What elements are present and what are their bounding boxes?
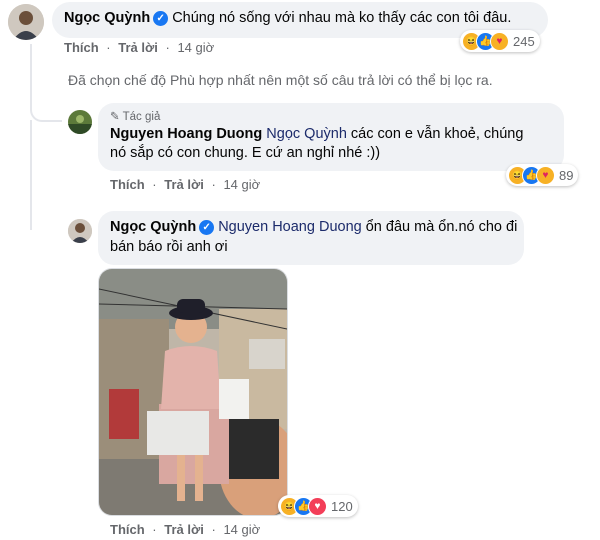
reply-button[interactable]: Trả lời [118,40,158,55]
thread-line [30,44,62,122]
separator-dot: · [165,40,170,55]
timestamp[interactable]: 14 giờ [223,177,260,192]
timestamp[interactable]: 14 giờ [177,40,214,55]
author-badge-label: Tác giả [122,111,161,123]
reaction-summary[interactable]: 😆 👍 ♥ 89 [506,164,579,186]
reply-button[interactable]: Trả lời [164,522,204,537]
avatar[interactable] [68,110,92,134]
reaction-summary[interactable]: 😆 👍 ♥ 245 [460,30,540,52]
reply-author[interactable]: Ngọc Quỳnh [110,219,196,235]
reply-bubble: ✎ Tác giả Nguyen Hoang Duong Ngọc Quỳnh … [98,103,564,171]
avatar-photo [68,110,92,134]
comment-actions: Thích · Trả lời · 14 giờ [64,40,218,55]
thread-line [30,120,62,230]
reply-author[interactable]: Nguyen Hoang Duong [110,126,262,142]
like-button[interactable]: Thích [110,177,145,192]
verified-badge-icon: ✓ [153,11,169,26]
separator-dot: · [211,177,216,192]
separator-dot: · [106,40,111,55]
avatar-photo [8,4,44,40]
comment-author[interactable]: Ngọc Quỳnh [64,10,150,26]
care-icon: ♥ [536,165,555,185]
separator-dot: · [152,177,157,192]
like-button[interactable]: Thích [64,40,99,55]
avatar-photo [68,219,92,243]
reaction-count: 120 [331,498,353,514]
reply-actions: Thích · Trả lời · 14 giờ [110,522,264,537]
attached-photo[interactable] [98,268,288,516]
reaction-count: 245 [513,33,535,49]
separator-dot: · [211,522,216,537]
separator-dot: · [152,522,157,537]
mention-link[interactable]: Nguyen Hoang Duong [218,219,362,235]
reaction-count: 89 [559,167,574,183]
like-button[interactable]: Thích [110,522,145,537]
reply-text-line2: bán báo rồi anh ơi [110,239,228,255]
love-icon: ♥ [308,496,327,516]
avatar[interactable] [68,219,92,243]
reply-button[interactable]: Trả lời [164,177,204,192]
comment-text: Chúng nó sống với nhau mà ko thấy các co… [172,10,512,26]
reply-bubble: Ngọc Quỳnh ✓ Nguyen Hoang Duong ổn đâu mà … [98,211,524,265]
reply-text-line1: ổn đâu mà ổn.nó cho đi [365,219,518,235]
verified-badge-icon: ✓ [199,220,215,235]
author-badge: ✎ Tác giả [110,109,552,123]
author-badge-icon: ✎ [110,111,120,123]
filter-notice: Đã chọn chế độ Phù hợp nhất nên một số c… [68,72,493,88]
photo-content [99,269,287,515]
reply-text-line2: nó sắp có con chung. E cứ an nghỉ nhé :)… [110,145,381,161]
reaction-summary[interactable]: 😆 👍 ♥ 120 [278,495,358,517]
mention-link[interactable]: Ngọc Quỳnh [266,126,347,142]
reply-text-line1: các con e vẫn khoẻ, chúng [350,126,524,142]
avatar[interactable] [8,4,44,40]
care-icon: ♥ [490,31,509,51]
reply-actions: Thích · Trả lời · 14 giờ [110,177,264,192]
timestamp[interactable]: 14 giờ [223,522,260,537]
